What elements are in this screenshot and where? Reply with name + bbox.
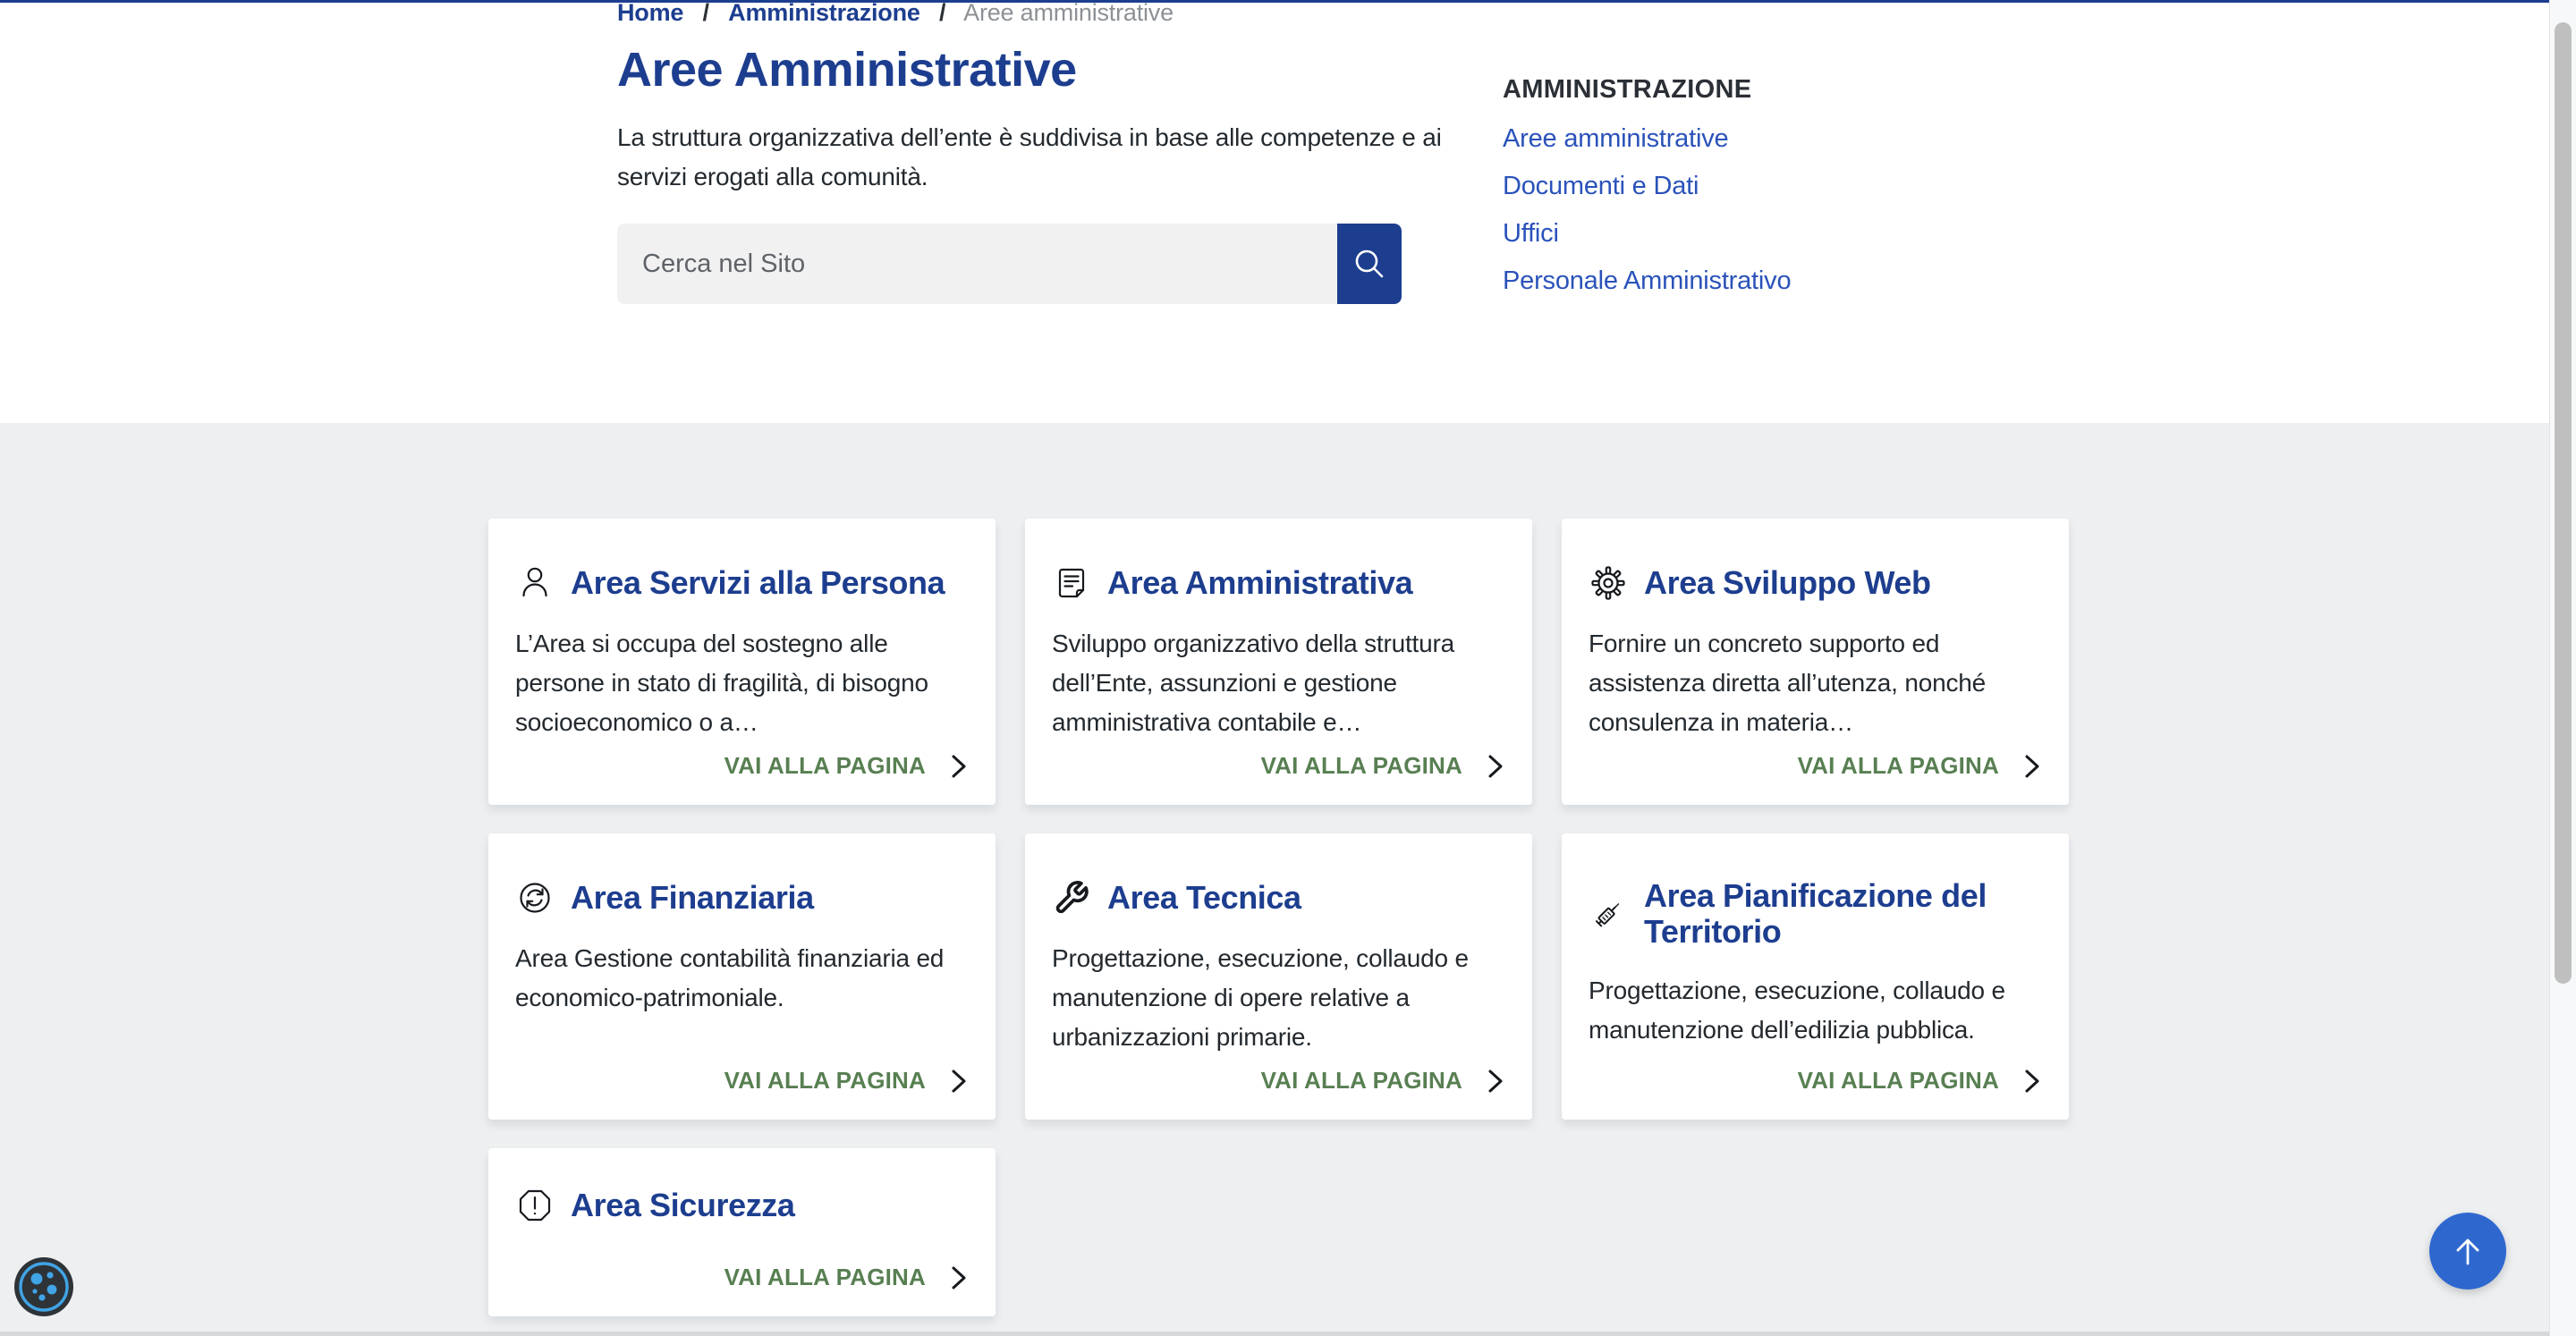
alert-octagon-icon [515,1186,555,1225]
card-area-sicurezza: Area Sicurezza VAI ALLA PAGINA [488,1148,996,1316]
menu-link-uffici[interactable]: Uffici [1503,221,2057,247]
card-area-sviluppo-web: Area Sviluppo Web Fornire un concreto su… [1562,519,2069,805]
card-description: Sviluppo organizzativo della struttura d… [1052,624,1505,742]
menu-link-documenti-e-dati[interactable]: Documenti e Dati [1503,173,2057,199]
page-title: Aree Amministrative [617,43,1458,97]
vai-alla-pagina-link[interactable]: VAI ALLA PAGINA [724,1264,969,1291]
cookie-settings-button[interactable] [13,1256,75,1318]
gear-icon [1589,563,1628,603]
vai-alla-pagina-link[interactable]: VAI ALLA PAGINA [724,1067,969,1095]
scrollbar-thumb[interactable] [2555,22,2572,984]
vai-alla-pagina-link[interactable]: VAI ALLA PAGINA [1798,1067,2042,1095]
card-area-finanziaria: Area Finanziaria Area Gestione contabili… [488,833,996,1120]
card-area-servizi-alla-persona: Area Servizi alla Persona L’Area si occu… [488,519,996,805]
section-menu: AMMINISTRAZIONE Aree amministrative Docu… [1503,75,2057,294]
arrow-up-icon [2448,1231,2487,1271]
breadcrumb-link-amministrazione[interactable]: Amministrazione [728,0,920,26]
breadcrumb-separator: / [703,0,709,26]
vai-alla-pagina-link[interactable]: VAI ALLA PAGINA [1798,752,2042,780]
top-border-line [0,0,2549,3]
chevron-right-icon [949,753,969,780]
card-description: Area Gestione contabilità finanziaria ed… [515,939,969,1018]
footer-edge [0,1332,2549,1336]
scrollbar-track[interactable] [2549,0,2576,1336]
card-description: Progettazione, esecuzione, collaudo e ma… [1589,971,2042,1050]
search-input[interactable] [617,224,1337,304]
search-icon [1350,244,1389,283]
card-description: Progettazione, esecuzione, collaudo e ma… [1052,939,1505,1057]
wrench-icon [1052,878,1091,917]
vai-alla-pagina-link[interactable]: VAI ALLA PAGINA [724,752,969,780]
page-intro-column: Aree Amministrative La struttura organiz… [617,43,1458,304]
card-area-pianificazione-del-territorio: Area Pianificazione del Territorio Proge… [1562,833,2069,1120]
person-icon [515,563,555,603]
section-menu-heading: AMMINISTRAZIONE [1503,75,2057,105]
breadcrumb-link-home[interactable]: Home [617,0,683,26]
chevron-right-icon [1486,1068,1505,1095]
card-title-link[interactable]: Area Amministrativa [1107,565,1412,601]
card-area-tecnica: Area Tecnica Progettazione, esecuzione, … [1025,833,1532,1120]
site-search [617,224,1402,304]
areas-section: Area Servizi alla Persona L’Area si occu… [0,423,2549,1332]
chevron-right-icon [2022,1068,2042,1095]
card-title-link[interactable]: Area Sicurezza [571,1188,795,1223]
card-title-link[interactable]: Area Tecnica [1107,880,1301,916]
chevron-right-icon [949,1264,969,1291]
chevron-right-icon [2022,753,2042,780]
cookie-icon [13,1256,75,1318]
menu-link-aree-amministrative[interactable]: Aree amministrative [1503,126,2057,152]
menu-link-personale-amministrativo[interactable]: Personale Amministrativo [1503,268,2057,294]
card-title-link[interactable]: Area Sviluppo Web [1644,565,1931,601]
chevron-right-icon [949,1068,969,1095]
card-title-link[interactable]: Area Finanziaria [571,880,814,916]
vai-alla-pagina-link[interactable]: VAI ALLA PAGINA [1261,1067,1505,1095]
card-title-link[interactable]: Area Servizi alla Persona [571,565,945,601]
card-description: Fornire un concreto supporto ed assisten… [1589,624,2042,742]
exchange-circle-icon [515,878,555,917]
page-description: La struttura organizzativa dell’ente è s… [617,118,1458,197]
card-area-amministrativa: Area Amministrativa Sviluppo organizzati… [1025,519,1532,805]
document-icon [1052,563,1091,603]
vai-alla-pagina-link[interactable]: VAI ALLA PAGINA [1261,752,1505,780]
breadcrumb-current: Aree amministrative [963,0,1174,26]
areas-card-grid: Area Servizi alla Persona L’Area si occu… [488,519,2069,1316]
search-button[interactable] [1337,224,1402,304]
card-title-link[interactable]: Area Pianificazione del Territorio [1644,878,2042,950]
page-header-section: Home / Amministrazione / Aree amministra… [0,0,2549,423]
chevron-right-icon [1486,753,1505,780]
breadcrumb-separator: / [939,0,945,26]
breadcrumb: Home / Amministrazione / Aree amministra… [617,0,1174,27]
card-description: L’Area si occupa del sostegno alle perso… [515,624,969,742]
scroll-to-top-button[interactable] [2429,1213,2506,1289]
syringe-icon [1589,894,1628,934]
